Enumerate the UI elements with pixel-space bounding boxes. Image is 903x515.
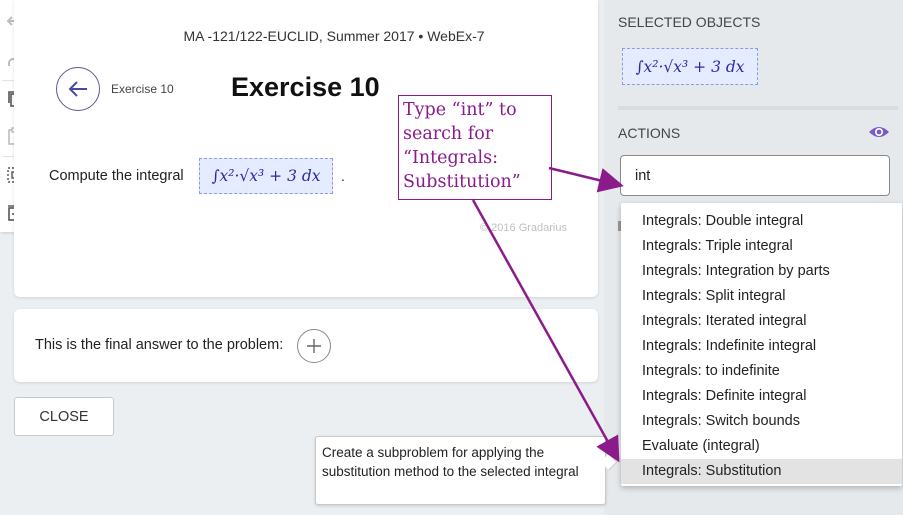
suggestion-item[interactable]: Integrals: Integration by parts [621,259,902,284]
eye-icon[interactable] [868,123,890,141]
close-button[interactable]: CLOSE [14,397,114,436]
suggestion-item-highlighted[interactable]: Integrals: Substitution [621,459,902,484]
suggestion-item[interactable]: Integrals: Indefinite integral [621,334,902,359]
action-tooltip: Create a subproblem for applying the sub… [315,436,606,505]
action-suggestions-list: Integrals: Double integral Integrals: Tr… [621,203,902,486]
final-answer-label: This is the final answer to the problem: [35,337,284,353]
suggestion-item[interactable]: Evaluate (integral) [621,434,902,459]
suggestion-item[interactable]: Integrals: to indefinite [621,359,902,384]
problem-prompt: Compute the integral [49,168,184,184]
exercise-breadcrumb: Exercise 10 [111,82,174,96]
answer-card: This is the final answer to the problem: [14,309,598,382]
suggestion-item[interactable]: Integrals: Definite integral [621,384,902,409]
copyright-text: © 2016 Gradarius [480,222,567,234]
page-title: Exercise 10 [231,72,380,102]
back-button[interactable] [56,67,100,111]
selected-integral-chip[interactable]: ∫x²·√x³ + 3 dx [622,48,758,85]
suggestion-item[interactable]: Integrals: Triple integral [621,234,902,259]
selected-objects-heading: SELECTED OBJECTS [618,14,761,30]
add-answer-button[interactable] [297,329,331,363]
section-divider [618,106,898,110]
suggestion-item[interactable]: Integrals: Double integral [621,209,902,234]
course-title: MA -121/122-EUCLID, Summer 2017 • WebEx-… [183,28,485,44]
suggestion-item[interactable]: Integrals: Split integral [621,284,902,309]
suggestion-item[interactable]: Integrals: Iterated integral [621,309,902,334]
action-search-input[interactable] [620,155,890,196]
plus-icon [307,339,321,353]
suggestion-item[interactable]: Integrals: Switch bounds [621,409,902,434]
prompt-period: . [341,168,345,184]
actions-heading: ACTIONS [618,125,681,141]
arrow-left-icon [68,81,87,97]
integral-expression[interactable]: ∫x²·√x³ + 3 dx [199,158,333,194]
annotation-callout: Type “int” to search for “Integrals: Sub… [398,95,552,200]
